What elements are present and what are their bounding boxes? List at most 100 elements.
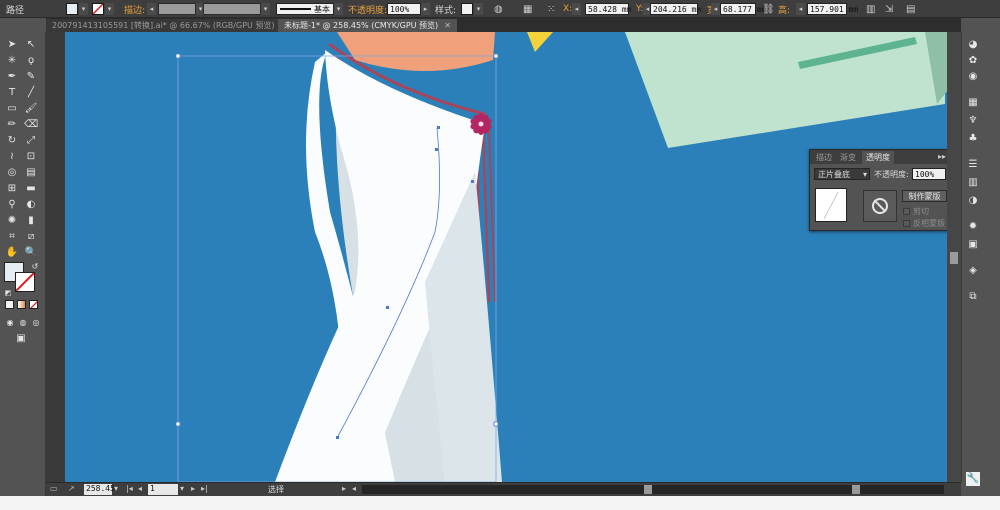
opacity-label[interactable]: 不透明度: [348, 2, 387, 16]
scroll-left-icon[interactable]: ◂ [352, 484, 356, 493]
appearance-icon[interactable]: ✹ [966, 220, 980, 234]
fill-dropdown-arrow[interactable]: ▾ [79, 2, 88, 16]
color-panel-icon[interactable]: ◕ [966, 38, 980, 52]
x-label[interactable]: X: [563, 2, 572, 16]
brushes-icon[interactable]: ♆ [966, 114, 980, 128]
shape-builder-tool-icon[interactable]: ◎ [5, 166, 19, 180]
stroke-dropdown-arrow[interactable]: ▾ [105, 2, 114, 16]
horizontal-scrollbar[interactable] [362, 485, 944, 494]
isolate-object-icon[interactable]: ⇲ [885, 2, 893, 16]
blend-mode-select[interactable]: 正片叠底 ▾ [814, 168, 870, 180]
artboard-navigation-icon[interactable]: ▭ [50, 484, 58, 493]
zoom-dropdown-icon[interactable]: ▾ [114, 484, 118, 493]
swatches-icon[interactable]: ▦ [966, 96, 980, 110]
vertical-scrollbar[interactable] [947, 32, 961, 482]
transparency-panel-icon[interactable]: ◑ [966, 194, 980, 208]
none-mode-button[interactable] [29, 300, 38, 309]
make-mask-button[interactable]: 制作蒙版 [902, 190, 947, 202]
mask-thumbnail[interactable] [863, 190, 897, 222]
draw-normal-icon[interactable]: ◉ [3, 316, 17, 330]
zoom-field[interactable]: 258.45 [84, 484, 115, 495]
tab-document-2[interactable]: 未标题-1* @ 258.45% (CMYK/GPU 预览) ✕ [278, 19, 457, 32]
scale-tool-icon[interactable]: ⤢ [24, 134, 38, 148]
previous-artboard-icon[interactable]: ◂ [138, 484, 142, 493]
width-value[interactable]: 68.177 mm [720, 3, 766, 15]
draw-behind-icon[interactable]: ◍ [16, 316, 30, 330]
panel-collapse-icon[interactable]: ▸▸ [938, 150, 946, 163]
x-field[interactable]: 58.428 mm [585, 2, 631, 16]
status-menu-icon[interactable]: ▸ [342, 484, 346, 493]
type-tool-icon[interactable]: T [5, 86, 19, 100]
width-tool-icon[interactable]: ≀ [5, 150, 19, 164]
share-icon[interactable]: ↗ [68, 484, 75, 493]
wrench-icon[interactable]: 🔧 [966, 472, 980, 486]
stroke-weight-stepper[interactable]: ◂ [147, 2, 156, 16]
width-field[interactable]: 68.177 mm [720, 2, 766, 16]
artboards-icon[interactable]: ⧉ [966, 290, 980, 304]
vertical-scroll-thumb[interactable] [950, 252, 958, 264]
close-icon[interactable]: ✕ [444, 21, 451, 30]
brush-definition-dropdown[interactable]: 基本 ▾ [276, 2, 343, 16]
layers-icon[interactable]: ◈ [966, 264, 980, 278]
hand-tool-icon[interactable]: ✋ [5, 246, 19, 260]
horizontal-scroll-thumb[interactable] [644, 485, 652, 494]
height-value[interactable]: 157.901 mm [807, 3, 858, 15]
tab-gradient[interactable]: 渐变 [836, 151, 860, 164]
opacity-field[interactable]: 100% [387, 2, 421, 16]
curvature-tool-icon[interactable]: ✎ [24, 70, 38, 84]
paintbrush-tool-icon[interactable]: 🖌 [24, 102, 38, 116]
gradient-panel-icon[interactable]: ▥ [966, 176, 980, 190]
symbols-icon[interactable]: ♣ [966, 132, 980, 146]
object-thumbnail[interactable] [815, 188, 847, 222]
symbol-sprayer-tool-icon[interactable]: ✺ [5, 214, 19, 228]
last-artboard-icon[interactable]: ▸| [201, 484, 208, 493]
graphic-styles-icon[interactable]: ▣ [966, 238, 980, 252]
variable-width-arrow[interactable]: ▾ [261, 2, 270, 16]
constrain-proportions-icon[interactable]: ⛓ [762, 2, 775, 16]
artboard[interactable] [65, 32, 948, 482]
next-artboard-icon[interactable]: ▸ [191, 484, 195, 493]
artboard-tool-icon[interactable]: ⌗ [5, 230, 19, 244]
color-themes-icon[interactable]: ◉ [966, 70, 980, 84]
line-tool-icon[interactable]: ╱ [24, 86, 38, 100]
width-stepper[interactable]: ◂ [711, 2, 720, 16]
color-guide-icon[interactable]: ✿ [966, 54, 980, 68]
y-value[interactable]: 204.216 mm [650, 3, 701, 15]
eraser-tool-icon[interactable]: ⌫ [24, 118, 38, 132]
canvas-area[interactable] [46, 32, 961, 482]
opacity-arrow[interactable]: ▸ [421, 2, 430, 16]
first-artboard-icon[interactable]: |◂ [126, 484, 133, 493]
panel-menu-icon[interactable]: ▤ [906, 2, 915, 16]
tab-stroke[interactable]: 描边 [812, 151, 836, 164]
slice-tool-icon[interactable]: ⧄ [24, 230, 38, 244]
artboard-number-field[interactable]: 1 [148, 484, 178, 495]
transform-icon[interactable]: ▥ [866, 2, 875, 16]
align-icon[interactable]: ▦ [523, 2, 532, 16]
draw-inside-icon[interactable]: ◎ [29, 316, 43, 330]
tab-document-1[interactable]: 200791413105591 [转换].ai* @ 66.67% (RGB/G… [46, 19, 294, 32]
free-transform-tool-icon[interactable]: ⊡ [24, 150, 38, 164]
panel-opacity-field[interactable]: 100% [912, 168, 946, 180]
y-field[interactable]: 204.216 mm [650, 2, 701, 16]
fill-swatch[interactable] [66, 2, 78, 16]
stroke-label[interactable]: 描边: [124, 2, 145, 16]
stroke-weight-field[interactable] [158, 2, 196, 16]
height-field[interactable]: 157.901 mm [807, 2, 858, 16]
swap-fill-stroke-icon[interactable]: ↺ [28, 260, 42, 274]
height-label[interactable]: 高: [778, 2, 790, 16]
opacity-value[interactable]: 100% [387, 3, 421, 15]
stroke-swatch[interactable] [92, 2, 104, 16]
gradient-mode-button[interactable] [17, 300, 26, 309]
rotate-tool-icon[interactable]: ↻ [5, 134, 19, 148]
stroke-panel-icon[interactable]: ☰ [966, 158, 980, 172]
direct-selection-tool-icon[interactable]: ↖ [24, 38, 38, 52]
selection-tool-icon[interactable]: ➤ [5, 38, 19, 52]
magic-wand-tool-icon[interactable]: ✳ [5, 54, 19, 68]
perspective-grid-tool-icon[interactable]: ▤ [24, 166, 38, 180]
pen-tool-icon[interactable]: ✒ [5, 70, 19, 84]
x-stepper[interactable]: ◂ [572, 2, 581, 16]
pencil-tool-icon[interactable]: ✏ [5, 118, 19, 132]
height-stepper[interactable]: ◂ [796, 2, 805, 16]
column-graph-tool-icon[interactable]: ▮ [24, 214, 38, 228]
screen-mode-icon[interactable]: ▣ [14, 332, 28, 346]
